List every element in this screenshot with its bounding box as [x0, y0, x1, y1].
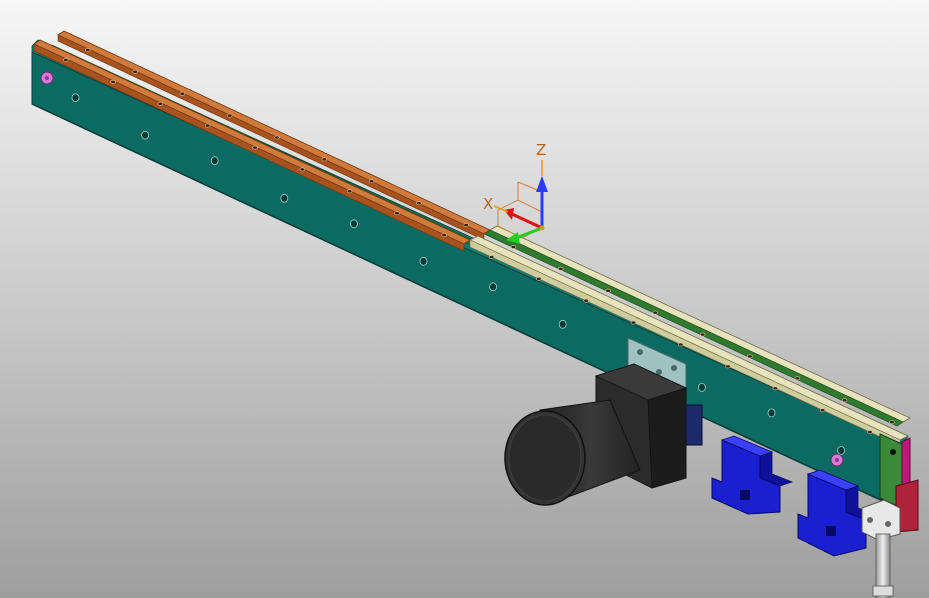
rail-hole: [321, 157, 327, 162]
rail-hole: [416, 201, 422, 206]
rail-hole: [867, 430, 873, 435]
beam-hole: [837, 445, 845, 455]
beam-hole: [280, 193, 289, 203]
rail-hole: [841, 398, 848, 403]
rail-hole: [227, 113, 233, 118]
rail-hole: [441, 233, 447, 238]
beam-hole: [349, 219, 358, 229]
beam-hole: [210, 156, 219, 166]
rail-hole: [132, 69, 138, 74]
motor-flange-side: [647, 387, 687, 489]
triad-origin-icon: [539, 225, 545, 231]
rail-hole: [205, 123, 211, 128]
rail-hole: [157, 101, 164, 106]
rail-hole: [488, 255, 495, 259]
bracket-slot: [740, 490, 750, 500]
rail-hole: [605, 288, 611, 293]
motor-end-face: [508, 414, 582, 502]
rail-hole: [652, 310, 659, 315]
rail-hole: [252, 145, 258, 150]
x-axis-label: X: [483, 195, 493, 213]
cad-viewport[interactable]: Z X: [0, 0, 929, 598]
right-end-cap-hole: [835, 458, 839, 462]
beam-hole: [767, 408, 776, 418]
motor-coupling: [685, 404, 703, 446]
left-end-cap-hole: [45, 76, 49, 80]
rail-hole: [510, 245, 517, 249]
rail-hole: [85, 48, 91, 52]
beam-hole: [419, 256, 428, 266]
bracket-slot: [826, 526, 836, 536]
rail-hole: [583, 298, 589, 303]
piston-rod[interactable]: [872, 533, 894, 598]
rail-hole: [725, 364, 731, 369]
rail-hole: [889, 420, 895, 425]
z-axis-label: Z: [536, 141, 546, 159]
rod-collar: [872, 585, 894, 597]
rail-hole: [747, 354, 753, 359]
rail-hole: [463, 223, 469, 228]
end-block-bolt: [867, 517, 873, 523]
mount-bolt: [671, 365, 677, 371]
rail-hole: [394, 211, 400, 216]
rail-hole: [819, 408, 826, 413]
beam-hole: [141, 130, 150, 140]
rail-hole: [110, 79, 116, 84]
rail-hole: [699, 332, 706, 337]
beam-hole: [489, 282, 498, 292]
rail-hole: [677, 342, 684, 347]
rail-hole: [630, 320, 637, 325]
rail-hole: [558, 266, 564, 271]
rail-hole: [536, 276, 542, 281]
rail-hole: [772, 386, 778, 391]
rail-hole: [299, 167, 305, 172]
rail-hole: [63, 58, 69, 62]
end-block-screw: [890, 449, 896, 455]
rail-hole: [179, 91, 186, 96]
beam-hole: [71, 93, 80, 103]
rail-hole: [794, 376, 800, 381]
rail-hole: [274, 135, 280, 140]
rail-hole: [368, 179, 375, 184]
end-block-bolt: [885, 521, 891, 527]
beam-hole: [558, 319, 567, 329]
beam-hole: [698, 382, 706, 392]
rail-hole: [346, 189, 353, 194]
mount-bolt: [637, 349, 643, 355]
model-canvas[interactable]: Z X: [0, 0, 929, 598]
